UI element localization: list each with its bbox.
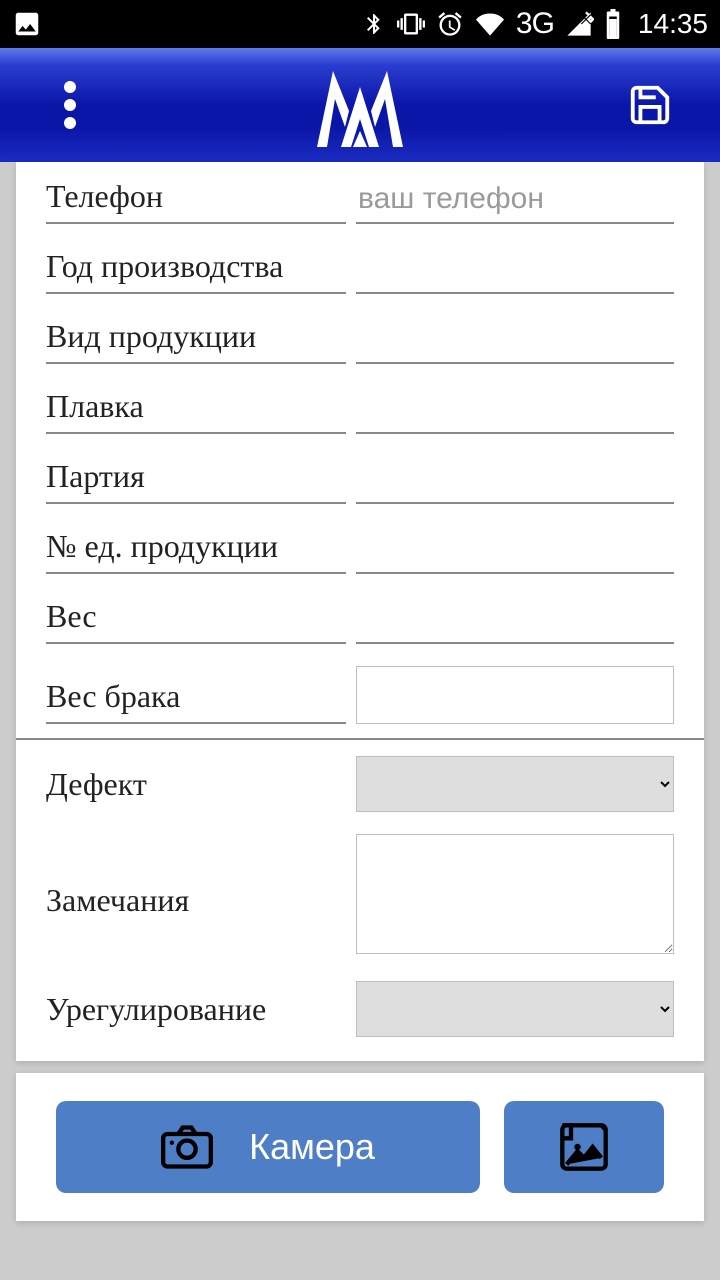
row-remarks: Замечания — [16, 834, 704, 959]
gallery-icon — [558, 1123, 610, 1171]
wifi-icon — [474, 10, 506, 38]
app-bar — [0, 48, 720, 162]
row-weight-defect: Вес брака — [16, 666, 704, 724]
label-melting: Плавка — [46, 386, 346, 434]
actions-card: Камера — [16, 1073, 704, 1221]
camera-icon — [161, 1125, 213, 1169]
row-weight: Вес — [16, 596, 704, 644]
label-weight: Вес — [46, 596, 346, 644]
row-product-type: Вид продукции — [16, 316, 704, 364]
app-logo — [305, 59, 415, 151]
input-product-type[interactable] — [356, 318, 674, 364]
menu-button[interactable] — [40, 75, 100, 135]
input-year[interactable] — [356, 248, 674, 294]
row-unit-number: № ед. продукции — [16, 526, 704, 574]
form-card: Телефон Год производства Вид продукции П… — [16, 162, 704, 1061]
save-button[interactable] — [620, 75, 680, 135]
alarm-icon — [436, 10, 464, 38]
input-unit-number[interactable] — [356, 528, 674, 574]
label-settlement: Урегулирование — [46, 989, 346, 1029]
camera-button-label: Камера — [249, 1126, 375, 1168]
signal-icon — [564, 10, 594, 38]
battery-icon — [604, 9, 622, 39]
select-defect[interactable] — [356, 756, 674, 812]
image-icon — [12, 9, 42, 39]
label-remarks: Замечания — [46, 874, 346, 920]
textarea-remarks[interactable] — [356, 834, 674, 954]
row-settlement: Урегулирование — [16, 981, 704, 1037]
label-product-type: Вид продукции — [46, 316, 346, 364]
row-batch: Партия — [16, 456, 704, 504]
row-melting: Плавка — [16, 386, 704, 434]
select-settlement[interactable] — [356, 981, 674, 1037]
gallery-button[interactable] — [504, 1101, 664, 1193]
input-batch[interactable] — [356, 458, 674, 504]
label-defect: Дефект — [46, 764, 346, 804]
input-weight[interactable] — [356, 598, 674, 644]
camera-button[interactable]: Камера — [56, 1101, 480, 1193]
label-year: Год производства — [46, 246, 346, 294]
input-phone[interactable] — [356, 178, 674, 224]
network-3g-icon: 3G — [516, 7, 554, 41]
status-bar: 3G 14:35 — [0, 0, 720, 48]
row-phone: Телефон — [16, 176, 704, 224]
clock-text: 14:35 — [638, 8, 708, 40]
vibrate-icon — [396, 10, 426, 38]
section-divider — [16, 738, 704, 740]
row-year: Год производства — [16, 246, 704, 294]
input-melting[interactable] — [356, 388, 674, 434]
input-weight-defect[interactable] — [356, 666, 674, 724]
row-defect: Дефект — [16, 756, 704, 812]
bluetooth-icon — [362, 10, 386, 38]
label-phone: Телефон — [46, 176, 346, 224]
label-weight-defect: Вес брака — [46, 676, 346, 724]
label-batch: Партия — [46, 456, 346, 504]
label-unit-number: № ед. продукции — [46, 526, 346, 574]
